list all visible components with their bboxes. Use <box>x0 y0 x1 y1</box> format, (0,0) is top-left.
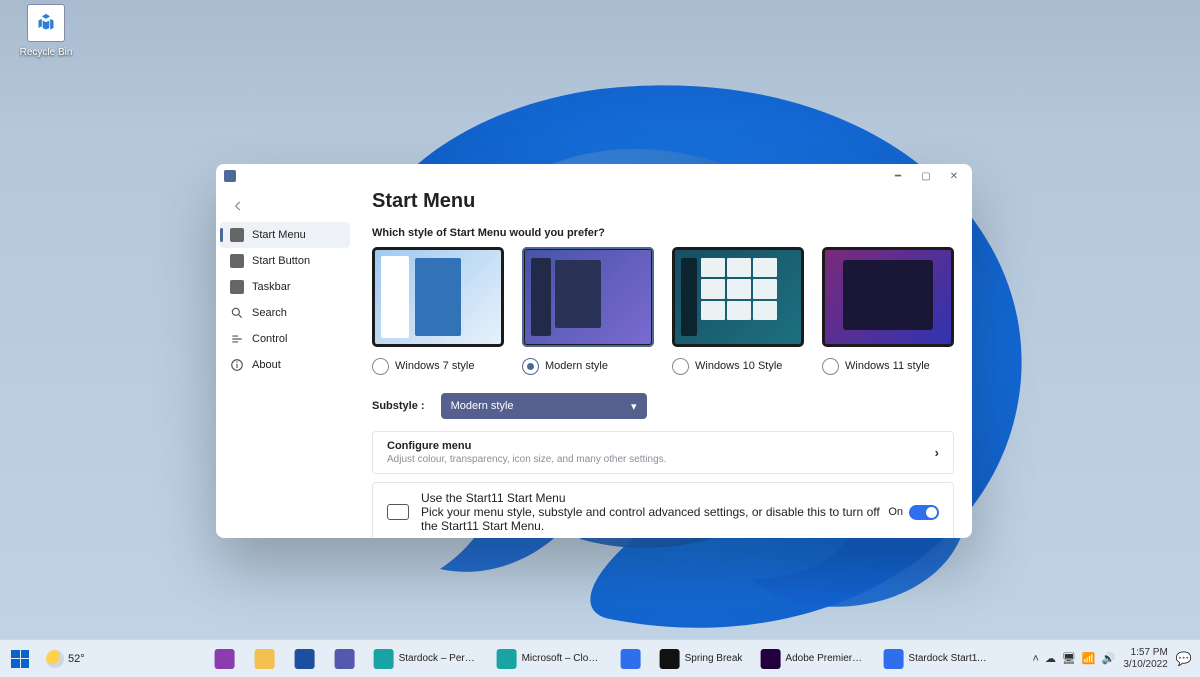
radio-windows7[interactable]: Windows 7 style <box>372 357 504 375</box>
sidebar: Start Menu Start Button Taskbar Search C… <box>216 188 354 538</box>
notifications-icon[interactable]: 💬 <box>1176 651 1192 667</box>
app-icon <box>497 649 517 669</box>
app-icon <box>660 649 680 669</box>
use-start11-toggle[interactable] <box>909 505 939 520</box>
taskbar-icon <box>230 280 244 294</box>
sidebar-item-search[interactable]: Search <box>220 300 350 326</box>
tray-chevron-icon[interactable]: ˄ <box>1033 653 1039 665</box>
minimize-button[interactable]: ━ <box>884 166 912 186</box>
close-button[interactable]: ✕ <box>940 166 968 186</box>
thumb-windows10[interactable] <box>672 247 804 347</box>
radio-modern[interactable]: Modern style <box>522 357 654 375</box>
toggle-state-label: On <box>888 506 903 518</box>
volume-icon[interactable]: 🔊 <box>1102 652 1116 665</box>
style-prompt: Which style of Start Menu would you pref… <box>372 227 954 239</box>
app-icon <box>883 649 903 669</box>
app-icon <box>255 649 275 669</box>
taskbar-app-5[interactable]: Microsoft – Clou… <box>489 644 610 674</box>
sidebar-item-start-button[interactable]: Start Button <box>220 248 350 274</box>
thumb-windows11[interactable] <box>822 247 954 347</box>
back-button[interactable] <box>226 194 250 218</box>
radio-windows10[interactable]: Windows 10 Style <box>672 357 804 375</box>
taskbar-app-4[interactable]: Stardock – Person… <box>366 644 487 674</box>
taskbar-app-6[interactable] <box>612 644 650 674</box>
substyle-dropdown[interactable]: Modern style ▾ <box>441 393 647 419</box>
titlebar[interactable]: ━ ▢ ✕ <box>216 164 972 188</box>
chevron-right-icon: › <box>935 445 939 460</box>
control-icon <box>230 332 244 346</box>
app-icon <box>224 170 236 182</box>
taskbar-app-9[interactable]: Stardock Start11 … <box>875 644 996 674</box>
taskbar[interactable]: 52° Stardock – Person…Microsoft – Clou… S… <box>0 639 1200 677</box>
about-icon <box>230 358 244 372</box>
recycle-bin-icon <box>27 4 65 42</box>
taskbar-app-8[interactable]: Adobe Premiere … <box>752 644 873 674</box>
page-title: Start Menu <box>372 190 954 213</box>
thumb-windows7[interactable] <box>372 247 504 347</box>
start-button-icon <box>230 254 244 268</box>
substyle-label: Substyle : <box>372 400 425 412</box>
app-icon <box>621 649 641 669</box>
weather-widget[interactable]: 52° <box>40 650 91 668</box>
start-button[interactable] <box>4 643 36 675</box>
start11-window: ━ ▢ ✕ Start Menu Start Button Taskbar Se… <box>216 164 972 538</box>
sidebar-item-about[interactable]: About <box>220 352 350 378</box>
taskbar-app-1[interactable] <box>246 644 284 674</box>
maximize-button[interactable]: ▢ <box>912 166 940 186</box>
desktop[interactable]: Recycle Bin ━ ▢ ✕ Start Menu Start Butto… <box>0 0 1200 677</box>
taskbar-app-7[interactable]: Spring Break <box>652 644 751 674</box>
app-icon <box>374 649 394 669</box>
onedrive-icon[interactable]: ☁ <box>1045 652 1056 665</box>
recycle-bin[interactable]: Recycle Bin <box>16 4 76 58</box>
start-menu-icon <box>230 228 244 242</box>
taskbar-app-0[interactable] <box>206 644 244 674</box>
network-icon[interactable]: 📶 <box>1082 652 1096 665</box>
style-chooser: Windows 7 style Modern style Windows 10 … <box>372 247 954 375</box>
thumb-modern[interactable] <box>522 247 654 347</box>
sidebar-item-taskbar[interactable]: Taskbar <box>220 274 350 300</box>
recycle-bin-label: Recycle Bin <box>20 47 73 58</box>
system-tray[interactable]: ˄ ☁ 🖥 📶 🔊 <box>1033 652 1116 665</box>
weather-icon <box>46 650 64 668</box>
app-icon <box>760 649 780 669</box>
radio-windows11[interactable]: Windows 11 style <box>822 357 954 375</box>
display-icon[interactable]: 🖥 <box>1062 652 1076 665</box>
app-icon <box>215 649 235 669</box>
chevron-down-icon: ▾ <box>631 400 637 413</box>
menu-preview-icon <box>387 504 409 520</box>
taskbar-app-2[interactable] <box>286 644 324 674</box>
use-start11-row: Use the Start11 Start Menu Pick your men… <box>372 482 954 538</box>
sidebar-item-control[interactable]: Control <box>220 326 350 352</box>
app-icon <box>335 649 355 669</box>
configure-menu-row[interactable]: Configure menu Adjust colour, transparen… <box>372 431 954 474</box>
taskbar-app-3[interactable] <box>326 644 364 674</box>
app-icon <box>295 649 315 669</box>
search-icon <box>230 306 244 320</box>
clock[interactable]: 1:57 PM 3/10/2022 <box>1123 647 1168 670</box>
sidebar-item-start-menu[interactable]: Start Menu <box>220 222 350 248</box>
main-pane: Start Menu Which style of Start Menu wou… <box>354 188 972 538</box>
